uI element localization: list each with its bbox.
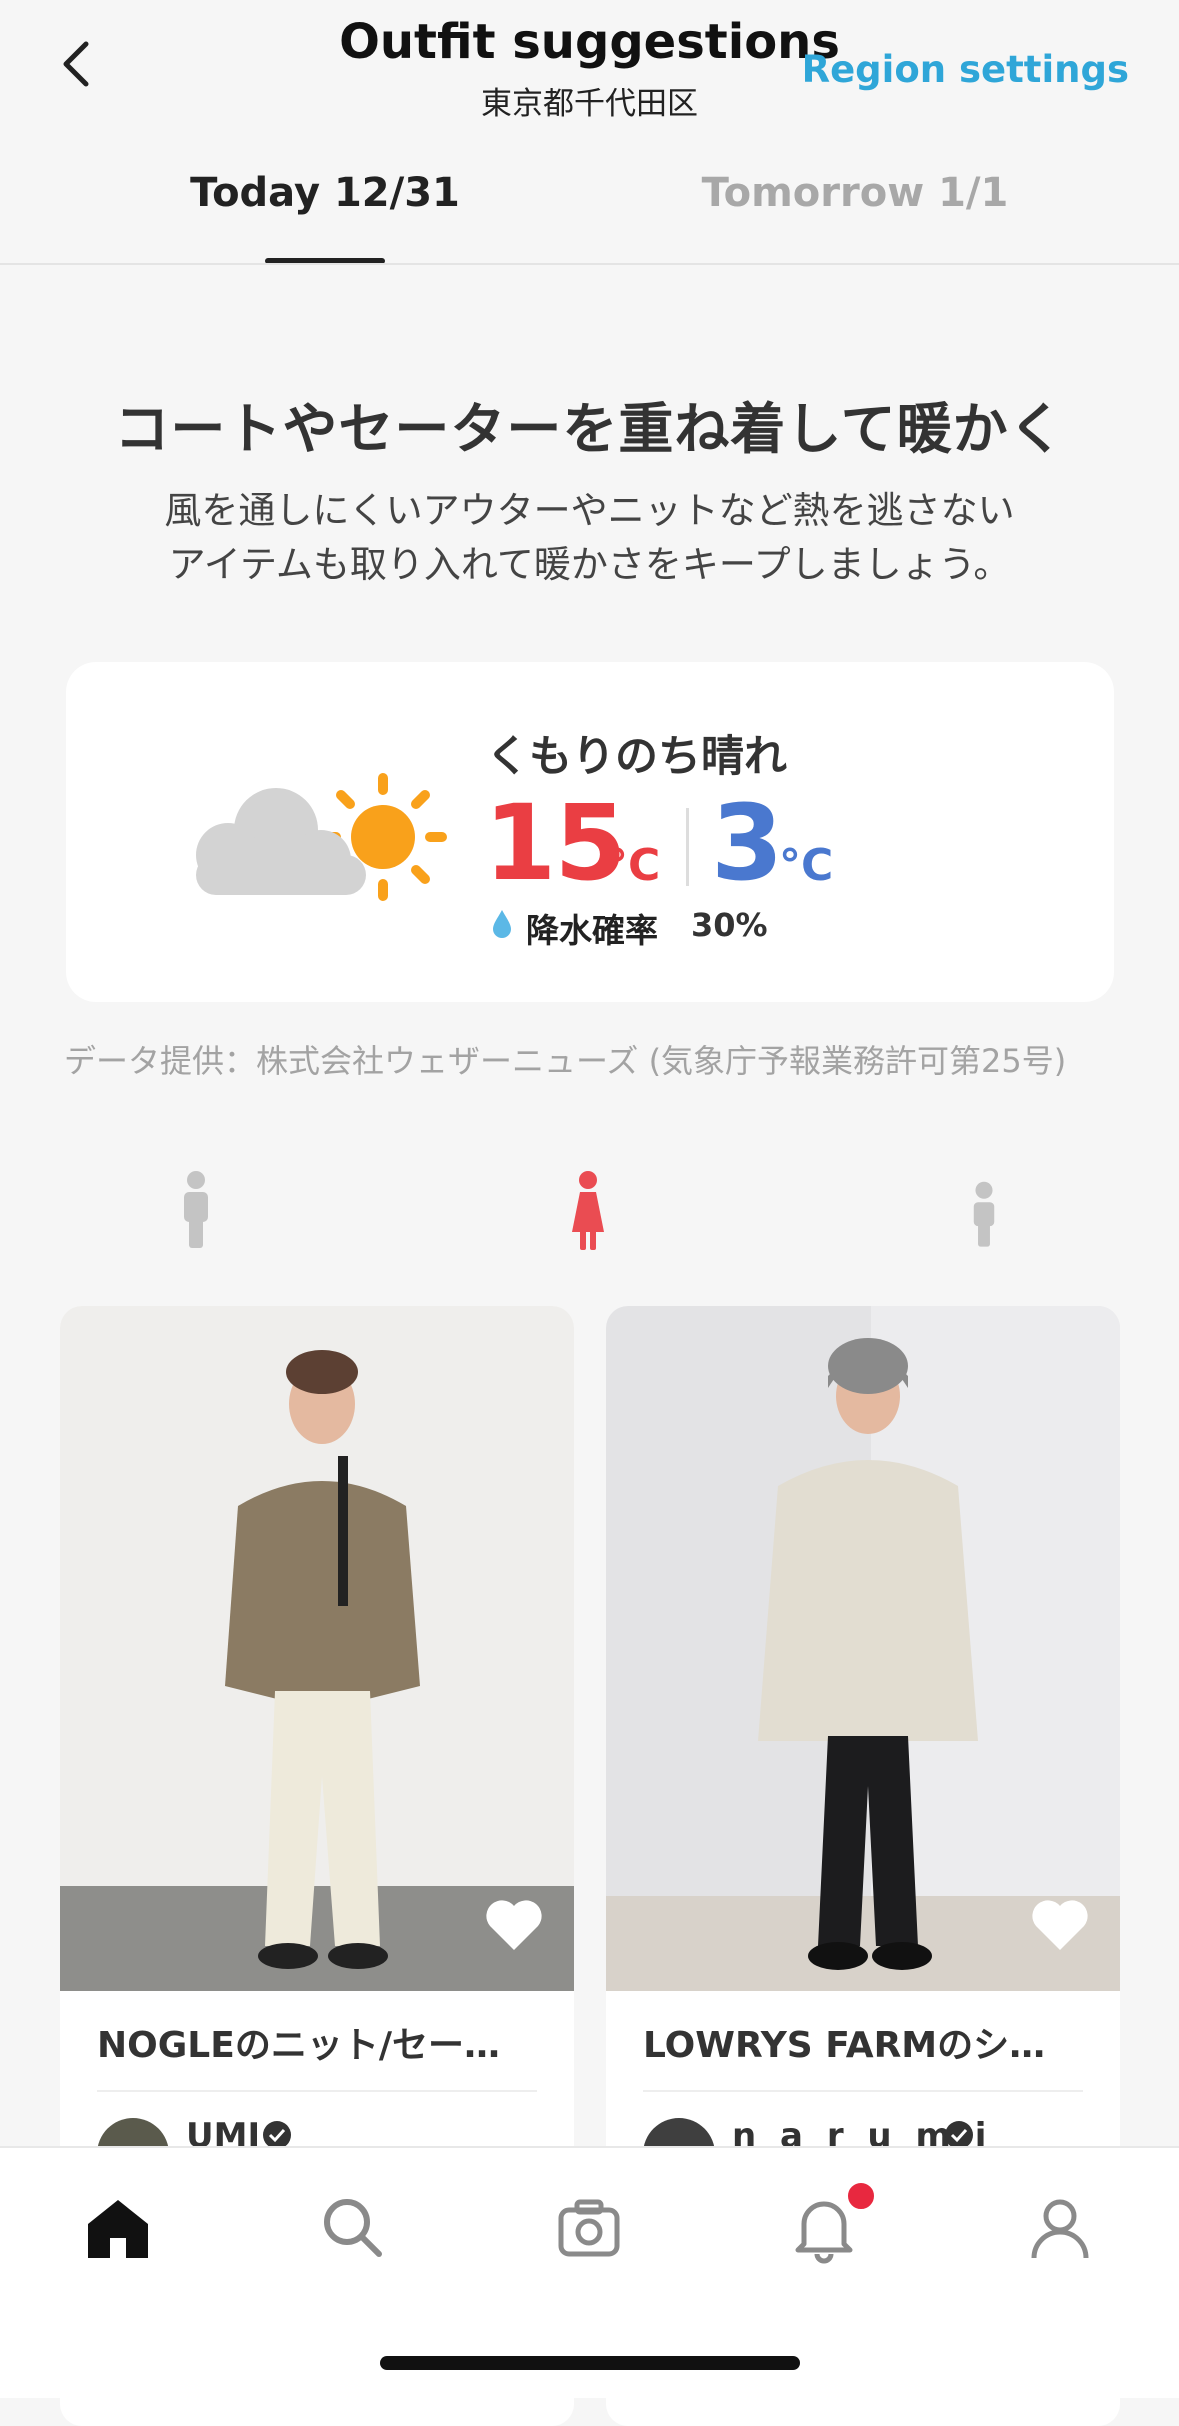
region-settings-link[interactable]: Region settings	[802, 48, 1129, 91]
profile-icon[interactable]	[1020, 2188, 1100, 2268]
advice-line-2: アイテムも取り入れて暖かさをキープしましょう。	[168, 543, 1011, 586]
search-icon[interactable]	[313, 2188, 393, 2268]
card-divider	[97, 2090, 537, 2092]
high-temperature: 15	[484, 782, 627, 904]
favorite-heart-icon[interactable]	[1030, 1898, 1090, 1952]
tab-tomorrow[interactable]: Tomorrow 1/1	[595, 170, 1115, 216]
outfit-title: NOGLEのニット/セー…	[97, 2025, 500, 2066]
home-icon[interactable]	[78, 2188, 158, 2268]
cloudy-then-sunny-icon	[196, 773, 447, 901]
low-temperature: 3	[711, 782, 784, 904]
notification-badge	[845, 2180, 877, 2212]
advice-line-1: 風を通しにくいアウターやニットなど熱を逃さない	[164, 489, 1015, 532]
favorite-heart-icon[interactable]	[484, 1898, 544, 1952]
data-credit: データ提供：株式会社ウェザーニューズ (気象庁予報業務許可第25号)	[64, 1042, 1067, 1080]
weather-card: くもりのち晴れ 15 °C 3 °C 降水確率 30%	[66, 662, 1114, 1002]
camera-icon[interactable]	[549, 2188, 629, 2268]
home-indicator	[380, 2356, 800, 2370]
outfit-title: LOWRYS FARMのシ…	[643, 2025, 1046, 2066]
weather-condition: くもりのち晴れ	[486, 732, 787, 782]
women-icon[interactable]	[568, 1170, 608, 1252]
card-divider	[643, 2090, 1083, 2092]
advice-description: 風を通しにくいアウターやニットなど熱を逃さない アイテムも取り入れて暖かさをキー…	[0, 484, 1179, 592]
precipitation-label: 降水確率	[526, 911, 658, 950]
outfit-photo	[60, 1306, 574, 1991]
tab-divider	[0, 263, 1179, 265]
bottom-tab-bar	[0, 2146, 1179, 2398]
high-temperature-unit: °C	[606, 840, 661, 891]
kids-icon[interactable]	[964, 1180, 1004, 1250]
precipitation-value: 30%	[691, 906, 768, 944]
men-icon[interactable]	[176, 1170, 216, 1252]
outfit-photo	[606, 1306, 1120, 1991]
advice-headline: コートやセーターを重ね着して暖かく	[114, 397, 1065, 461]
raindrop-icon	[493, 910, 511, 938]
tab-today[interactable]: Today 12/31	[65, 170, 585, 216]
temperature-separator	[686, 808, 689, 886]
low-temperature-unit: °C	[779, 840, 834, 891]
cloud-icon	[196, 788, 366, 895]
